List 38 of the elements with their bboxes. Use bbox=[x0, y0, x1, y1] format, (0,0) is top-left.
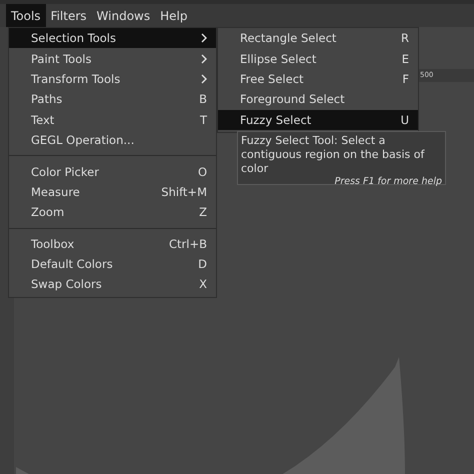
menu-item[interactable]: Paths B bbox=[9, 89, 216, 110]
menu-item[interactable]: Fuzzy Select U bbox=[218, 110, 418, 130]
menu-item[interactable]: Toolbox Ctrl+B bbox=[9, 234, 216, 254]
menu-bar-item[interactable]: Help bbox=[155, 4, 192, 27]
menu-item[interactable]: Text T bbox=[9, 110, 216, 130]
menu-bar-item[interactable]: Filters bbox=[46, 4, 92, 27]
shortcut-label: U bbox=[400, 112, 409, 127]
menu-item[interactable]: GEGL Operation... bbox=[9, 130, 216, 150]
shortcut-label: R bbox=[401, 31, 409, 46]
shortcut-label: T bbox=[200, 112, 207, 127]
menu-item[interactable]: Swap Colors X bbox=[9, 274, 216, 295]
shortcut-label: E bbox=[402, 52, 409, 66]
help-hint: Press F1 for more help bbox=[334, 176, 442, 187]
chevron-right-icon bbox=[201, 74, 207, 84]
menu-item[interactable]: Free Select F bbox=[218, 68, 418, 90]
chevron-right-icon bbox=[201, 54, 207, 64]
shortcut-label: Z bbox=[199, 205, 207, 220]
menu-item[interactable]: Selection Tools bbox=[9, 28, 216, 48]
shortcut-label: D bbox=[198, 257, 207, 272]
menu-item[interactable]: Color Picker O bbox=[9, 161, 216, 182]
menu-item[interactable]: Default Colors D bbox=[9, 254, 216, 274]
shortcut-label: F bbox=[402, 72, 409, 86]
shortcut-label: O bbox=[198, 164, 207, 179]
menu-item[interactable]: Foreground Select bbox=[218, 89, 418, 110]
menu-item[interactable]: Zoom Z bbox=[9, 202, 216, 223]
menu-bar-item[interactable]: Tools bbox=[6, 4, 46, 27]
chevron-right-icon bbox=[201, 33, 207, 44]
menu-item[interactable]: Ellipse Select E bbox=[218, 48, 418, 69]
shortcut-label: B bbox=[199, 92, 207, 106]
menu-bar-item[interactable]: Windows bbox=[92, 4, 156, 27]
shortcut-label: X bbox=[199, 277, 207, 292]
menu-item[interactable]: Transform Tools bbox=[9, 68, 216, 90]
tooltip-text: Fuzzy Select Tool: Select a contiguous region on the basis of color bbox=[241, 134, 426, 176]
menu-item[interactable]: Measure Shift+M bbox=[9, 182, 216, 202]
menu-item[interactable]: Rectangle Select R bbox=[218, 28, 418, 48]
shortcut-label: Ctrl+B bbox=[169, 236, 207, 251]
menu-item[interactable]: Paint Tools bbox=[9, 48, 216, 69]
shortcut-label: Shift+M bbox=[161, 184, 207, 199]
